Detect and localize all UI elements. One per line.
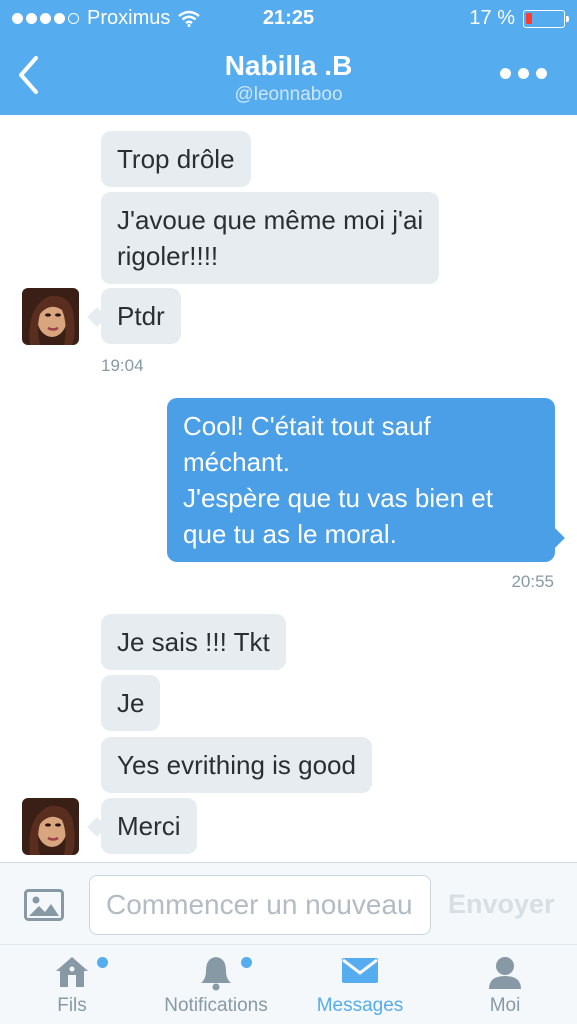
message-bubble-incoming[interactable]: J'avoue que même moi j'ai rigoler!!!!	[101, 192, 440, 284]
compose-bar: Envoyer	[0, 862, 577, 944]
conversation-handle: @leonnaboo	[234, 84, 343, 105]
avatar[interactable]	[22, 288, 79, 345]
tab-fils[interactable]: Fils	[32, 945, 112, 1024]
new-activity-dot	[97, 957, 108, 968]
send-button[interactable]: Envoyer	[448, 889, 555, 920]
nav-bar: Nabilla .B @leonnaboo	[0, 38, 577, 115]
status-bar: Proximus 21:25 17 %	[0, 0, 577, 38]
avatar[interactable]	[22, 798, 79, 855]
message-bubble-incoming[interactable]: Yes evrithing is good	[101, 737, 372, 793]
message-bubble-incoming[interactable]: Ptdr	[101, 288, 181, 344]
message-bubble-incoming[interactable]: Trop drôle	[101, 131, 251, 187]
battery-percent: 17 %	[469, 7, 515, 29]
image-icon	[24, 889, 64, 921]
status-right: 17 %	[469, 7, 569, 30]
header: Proximus 21:25 17 % Nabilla .B @leonnabo…	[0, 0, 577, 115]
new-activity-dot	[241, 957, 252, 968]
tab-label: Messages	[316, 995, 404, 1016]
attach-image-button[interactable]	[24, 889, 64, 921]
tab-notifications[interactable]: Notifications	[150, 945, 282, 1024]
message-bubble-incoming[interactable]: Je	[101, 675, 161, 731]
message-timestamp: 19:04	[101, 356, 144, 375]
message-input[interactable]	[89, 875, 431, 935]
tab-moi[interactable]: Moi	[465, 945, 545, 1024]
tab-label: Notifications	[164, 995, 268, 1016]
battery-level	[526, 12, 532, 24]
message-bubble-incoming[interactable]: Je sais !!! Tkt	[101, 614, 286, 670]
battery-icon	[523, 9, 569, 28]
message-bubble-outgoing[interactable]: Cool! C'était tout sauf méchant. J'espèr…	[167, 398, 555, 562]
more-dots-icon	[500, 68, 511, 79]
more-options-button[interactable]	[500, 68, 547, 79]
tab-messages[interactable]: Messages	[305, 945, 415, 1024]
bell-icon	[201, 957, 231, 991]
conversation-title[interactable]: Nabilla .B	[0, 50, 577, 82]
message-timestamp: 20:55	[511, 572, 554, 591]
tab-label: Moi	[489, 995, 521, 1016]
envelope-icon	[342, 958, 378, 983]
tab-bar: Fils Notifications Messages Moi	[0, 944, 577, 1024]
tab-label: Fils	[57, 995, 87, 1016]
person-icon	[489, 957, 521, 989]
home-icon	[56, 957, 88, 987]
message-bubble-incoming[interactable]: Merci	[101, 798, 197, 854]
